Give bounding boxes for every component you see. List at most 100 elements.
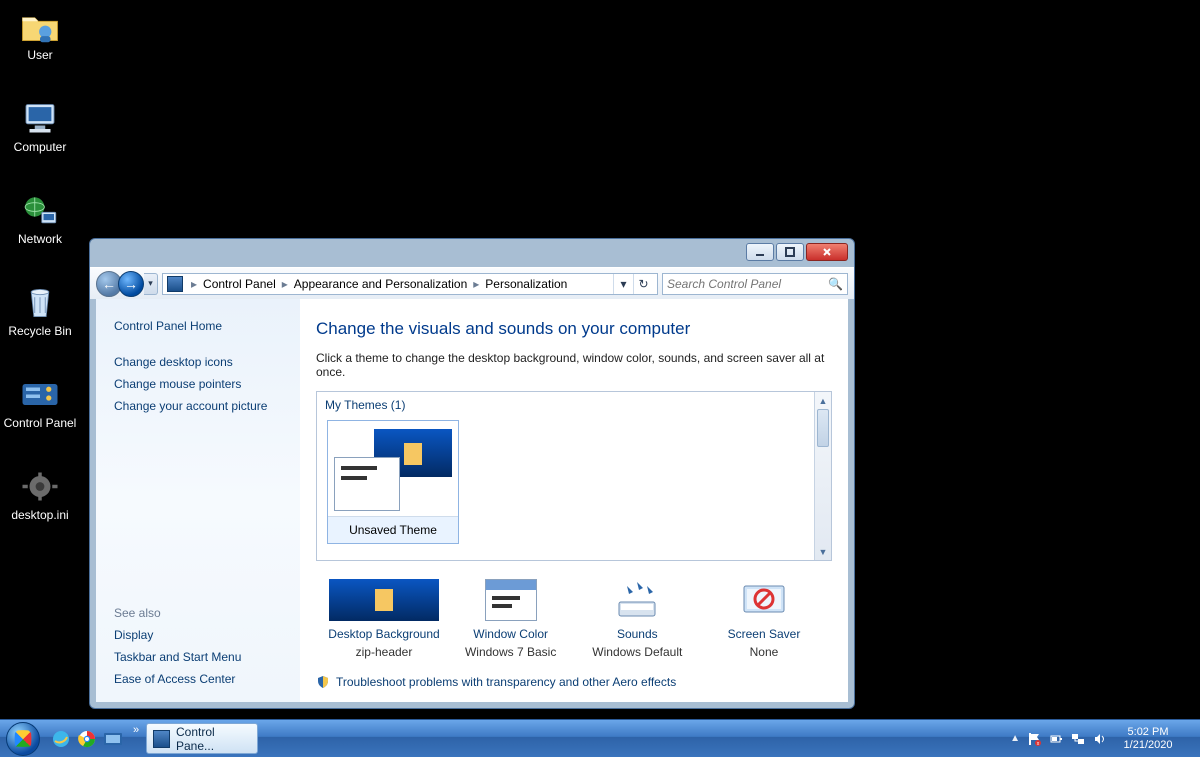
- tile-screen-saver[interactable]: Screen Saver None: [702, 579, 826, 659]
- forward-button[interactable]: →: [118, 271, 144, 297]
- start-button[interactable]: [0, 720, 46, 757]
- tile-caption[interactable]: Window Color: [449, 627, 573, 641]
- desktop-icon-label: Control Panel: [0, 416, 80, 430]
- tile-window-color[interactable]: Window Color Windows 7 Basic: [449, 579, 573, 659]
- tile-desktop-background[interactable]: Desktop Background zip-header: [322, 579, 446, 659]
- tray-overflow-button[interactable]: ▲: [1010, 733, 1020, 744]
- desktop-background-icon: [329, 579, 439, 621]
- desktop-icon-control-panel[interactable]: Control Panel: [0, 368, 80, 434]
- pinned-chrome[interactable]: [76, 728, 98, 750]
- tile-caption[interactable]: Screen Saver: [702, 627, 826, 641]
- desktop-icon-recycle-bin[interactable]: Recycle Bin: [0, 276, 80, 342]
- themes-scrollbar[interactable]: ▲ ▼: [814, 392, 831, 560]
- tray-network-icon[interactable]: [1070, 731, 1086, 747]
- pinned-explorer[interactable]: [102, 728, 124, 750]
- taskbar-overflow-chevron[interactable]: »: [128, 720, 144, 757]
- tray-volume-icon[interactable]: [1092, 731, 1108, 747]
- desktop-icon-label: desktop.ini: [0, 508, 80, 522]
- theme-item-unsaved[interactable]: Unsaved Theme: [327, 420, 459, 544]
- tile-caption[interactable]: Sounds: [575, 627, 699, 641]
- minimize-button[interactable]: [746, 243, 774, 261]
- page-subtitle: Click a theme to change the desktop back…: [316, 351, 832, 379]
- address-bar[interactable]: ▸ Control Panel ▸ Appearance and Persona…: [162, 273, 658, 295]
- desktop-icon-desktop-ini[interactable]: desktop.ini: [0, 460, 80, 526]
- control-panel-small-icon: [167, 276, 183, 292]
- personalization-tiles: Desktop Background zip-header Window Col…: [316, 579, 832, 659]
- sidebar-home-link[interactable]: Control Panel Home: [114, 315, 286, 337]
- see-also-ease-of-access[interactable]: Ease of Access Center: [114, 668, 286, 690]
- desktop-icon-label: Recycle Bin: [0, 324, 80, 338]
- tray-flag-icon[interactable]: x: [1026, 731, 1042, 747]
- pinned-ie[interactable]: [50, 728, 72, 750]
- system-tray: ▲ x 5:02 PM 1/21/2020: [1002, 720, 1200, 757]
- tray-power-icon[interactable]: [1048, 731, 1064, 747]
- nav-back-forward: ← → ▾: [96, 271, 158, 297]
- scroll-thumb[interactable]: [817, 409, 829, 447]
- breadcrumb-item[interactable]: Control Panel: [201, 277, 278, 291]
- see-also-display[interactable]: Display: [114, 624, 286, 646]
- desktop-icon-user[interactable]: User: [0, 0, 80, 66]
- windows-orb-icon: [6, 722, 40, 756]
- desktop-icons: User Computer Network Recycle Bin Contro…: [0, 0, 90, 526]
- main-content: Change the visuals and sounds on your co…: [300, 299, 848, 702]
- nav-history-dropdown[interactable]: ▾: [144, 273, 158, 295]
- page-title: Change the visuals and sounds on your co…: [316, 319, 832, 339]
- desktop-icon-label: Network: [0, 232, 80, 246]
- control-panel-small-icon: [153, 730, 170, 748]
- desktop-icon-computer[interactable]: Computer: [0, 92, 80, 158]
- breadcrumb-item[interactable]: Appearance and Personalization: [292, 277, 469, 291]
- sidebar-link-change-mouse-pointers[interactable]: Change mouse pointers: [114, 373, 286, 395]
- desktop-icon-network[interactable]: Network: [0, 184, 80, 250]
- sounds-icon: [582, 579, 692, 621]
- sidebar-link-change-account-picture[interactable]: Change your account picture: [114, 395, 286, 417]
- scroll-up-icon[interactable]: ▲: [815, 392, 831, 409]
- taskbar-clock[interactable]: 5:02 PM 1/21/2020: [1114, 721, 1182, 757]
- close-button[interactable]: [806, 243, 848, 261]
- scroll-down-icon[interactable]: ▼: [815, 543, 831, 560]
- tile-value: Windows Default: [575, 645, 699, 659]
- taskbar-button-control-panel[interactable]: Control Pane...: [146, 723, 258, 754]
- network-icon: [19, 190, 61, 230]
- tile-value: None: [702, 645, 826, 659]
- see-also-taskbar-startmenu[interactable]: Taskbar and Start Menu: [114, 646, 286, 668]
- window-body: Control Panel Home Change desktop icons …: [96, 299, 848, 702]
- control-panel-icon: [19, 374, 61, 414]
- theme-thumbnail: [328, 421, 458, 517]
- tile-caption[interactable]: Desktop Background: [322, 627, 446, 641]
- window-buttons: [746, 243, 848, 261]
- troubleshoot-link-label: Troubleshoot problems with transparency …: [336, 675, 676, 689]
- refresh-button[interactable]: ↻: [633, 274, 653, 294]
- control-panel-window: ← → ▾ ▸ Control Panel ▸ Appearance and P…: [89, 238, 855, 709]
- address-dropdown[interactable]: ▾: [613, 274, 633, 294]
- maximize-button[interactable]: [776, 243, 804, 261]
- clock-time: 5:02 PM: [1118, 726, 1178, 739]
- search-input[interactable]: [667, 277, 828, 291]
- taskbar: » Control Pane... ▲ x 5:02 PM 1/21/2020: [0, 719, 1200, 757]
- taskbar-button-label: Control Pane...: [176, 725, 251, 753]
- tile-value: zip-header: [322, 645, 446, 659]
- tile-sounds[interactable]: Sounds Windows Default: [575, 579, 699, 659]
- sidebar-link-change-desktop-icons[interactable]: Change desktop icons: [114, 351, 286, 373]
- themes-list[interactable]: My Themes (1) Unsaved Theme ▲ ▼: [316, 391, 832, 561]
- window-titlebar[interactable]: [90, 239, 854, 267]
- search-icon: 🔍: [828, 277, 843, 291]
- breadcrumb-sep-icon: ▸: [469, 277, 483, 291]
- screen-saver-icon: [709, 579, 819, 621]
- breadcrumb-item[interactable]: Personalization: [483, 277, 569, 291]
- sidebar: Control Panel Home Change desktop icons …: [96, 299, 300, 702]
- clock-date: 1/21/2020: [1118, 739, 1178, 752]
- window-color-icon: [485, 579, 537, 621]
- folder-user-icon: [19, 6, 61, 46]
- search-box[interactable]: 🔍: [662, 273, 848, 295]
- recycle-bin-icon: [19, 282, 61, 322]
- see-also-heading: See also: [114, 606, 286, 620]
- theme-caption: Unsaved Theme: [328, 517, 458, 543]
- breadcrumb-sep-icon: ▸: [278, 277, 292, 291]
- troubleshoot-link[interactable]: Troubleshoot problems with transparency …: [316, 675, 832, 689]
- computer-icon: [19, 98, 61, 138]
- tile-value: Windows 7 Basic: [449, 645, 573, 659]
- nav-toolbar: ← → ▾ ▸ Control Panel ▸ Appearance and P…: [90, 267, 854, 299]
- desktop-icon-label: User: [0, 48, 80, 62]
- desktop-icon-label: Computer: [0, 140, 80, 154]
- pinned-apps: [46, 720, 128, 757]
